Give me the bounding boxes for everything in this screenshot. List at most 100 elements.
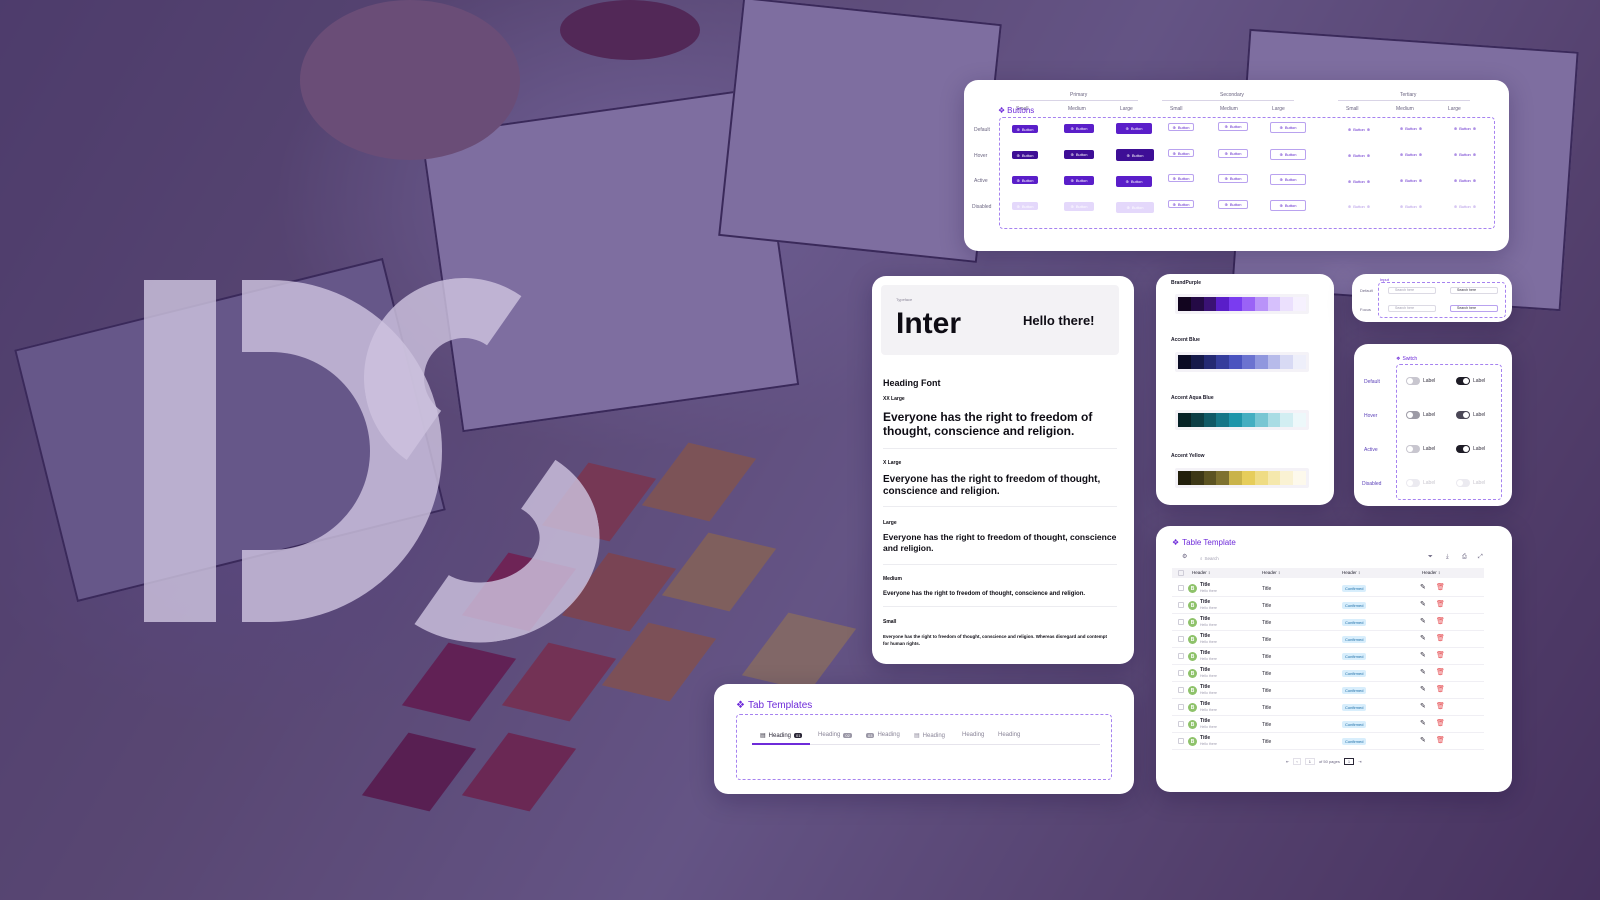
delete-icon[interactable]: 🗑 xyxy=(1436,686,1445,693)
table-row[interactable]: B Title Hello there Title Confirmed ✎ 🗑 xyxy=(1172,682,1484,699)
row-checkbox[interactable] xyxy=(1178,653,1184,659)
row-checkbox[interactable] xyxy=(1178,738,1184,744)
delete-icon[interactable]: 🗑 xyxy=(1436,669,1445,676)
edit-icon[interactable]: ✎ xyxy=(1420,669,1426,676)
table-row[interactable]: B Title Hello there Title Confirmed ✎ 🗑 xyxy=(1172,648,1484,665)
tertiary-small-button-active[interactable]: ⊕ Button ⊕ xyxy=(1346,177,1372,185)
prev-page-icon[interactable]: ‹ xyxy=(1293,757,1301,765)
switch-on-hover[interactable] xyxy=(1456,411,1470,419)
row-checkbox[interactable] xyxy=(1178,704,1184,710)
select-all-checkbox[interactable] xyxy=(1178,570,1184,576)
switch-on-default[interactable] xyxy=(1456,377,1470,385)
row-checkbox[interactable] xyxy=(1178,721,1184,727)
tertiary-medium-button[interactable]: ⊕ Button ⊕ xyxy=(1396,124,1426,132)
row-checkbox[interactable] xyxy=(1178,636,1184,642)
secondary-small-button-active[interactable]: ⊕ Button xyxy=(1168,174,1194,182)
print-icon[interactable]: ⎙ xyxy=(1462,554,1467,561)
column-header[interactable]: Header ↕ xyxy=(1342,570,1360,575)
expand-icon[interactable]: ⤢ xyxy=(1478,554,1483,561)
edit-icon[interactable]: ✎ xyxy=(1420,737,1426,744)
secondary-large-button-hover[interactable]: ⊕ Button xyxy=(1270,149,1306,160)
table-row[interactable]: B Title Hello there Title Confirmed ✎ 🗑 xyxy=(1172,665,1484,682)
edit-icon[interactable]: ✎ xyxy=(1420,601,1426,608)
switch-off-hover[interactable] xyxy=(1406,411,1420,419)
secondary-small-button[interactable]: ⊕ Button xyxy=(1168,123,1194,131)
table-row[interactable]: B Title Hello there Title Confirmed ✎ 🗑 xyxy=(1172,614,1484,631)
column-header[interactable]: Header ↕ xyxy=(1192,570,1210,575)
delete-icon[interactable]: 🗑 xyxy=(1436,737,1445,744)
primary-large-button-hover[interactable]: ⊕ Button xyxy=(1116,149,1154,161)
search-input-filled[interactable]: Search here xyxy=(1450,287,1498,294)
table-row[interactable]: B Title Hello there Title Confirmed ✎ 🗑 xyxy=(1172,716,1484,733)
row-checkbox[interactable] xyxy=(1178,602,1184,608)
tab-heading-1[interactable]: ▤ Heading 01 xyxy=(760,732,803,739)
delete-icon[interactable]: 🗑 xyxy=(1436,720,1445,727)
delete-icon[interactable]: 🗑 xyxy=(1436,703,1445,710)
delete-icon[interactable]: 🗑 xyxy=(1436,584,1445,591)
tab-heading-2[interactable]: Heading 02 xyxy=(818,732,852,738)
table-row[interactable]: B Title Hello there Title Confirmed ✎ 🗑 xyxy=(1172,580,1484,597)
primary-small-button[interactable]: ⊕ Button xyxy=(1012,125,1038,133)
column-header[interactable]: Header ↕ xyxy=(1422,570,1440,575)
search-input-default[interactable]: Search here xyxy=(1388,287,1436,294)
primary-small-button-hover[interactable]: ⊕ Button xyxy=(1012,151,1038,159)
first-page-icon[interactable]: ⇤ xyxy=(1286,759,1289,764)
primary-large-button-active[interactable]: ⊕ Button xyxy=(1116,176,1152,187)
page-input[interactable]: 1 xyxy=(1304,757,1315,765)
primary-large-button[interactable]: ⊕ Button xyxy=(1116,123,1152,134)
row-checkbox[interactable] xyxy=(1178,687,1184,693)
status-badge: Confirmed xyxy=(1342,687,1367,694)
download-icon[interactable]: ⤓ xyxy=(1446,554,1449,561)
primary-medium-button-active[interactable]: ⊕ Button xyxy=(1064,176,1094,185)
tertiary-large-button-active[interactable]: ⊕ Button ⊕ xyxy=(1448,176,1482,184)
column-header[interactable]: Header ↕ xyxy=(1262,570,1280,575)
tertiary-large-button[interactable]: ⊕ Button ⊕ xyxy=(1448,124,1482,132)
edit-icon[interactable]: ✎ xyxy=(1420,720,1426,727)
edit-icon[interactable]: ✎ xyxy=(1420,703,1426,710)
settings-icon[interactable]: ⚙ xyxy=(1182,554,1187,561)
per-page-select[interactable]: 1 xyxy=(1343,757,1355,765)
primary-medium-button[interactable]: ⊕ Button xyxy=(1064,124,1094,133)
tab-heading-4[interactable]: ▤ Heading xyxy=(914,732,945,740)
secondary-small-button-hover[interactable]: ⊕ Button xyxy=(1168,149,1194,157)
delete-icon[interactable]: 🗑 xyxy=(1436,652,1445,659)
tab-heading-6[interactable]: Heading xyxy=(998,732,1020,738)
tertiary-medium-button-hover[interactable]: ⊕ Button ⊕ xyxy=(1396,150,1426,158)
delete-icon[interactable]: 🗑 xyxy=(1436,618,1445,625)
row-checkbox[interactable] xyxy=(1178,619,1184,625)
primary-small-button-active[interactable]: ⊕ Button xyxy=(1012,176,1038,184)
primary-medium-button-hover[interactable]: ⊕ Button xyxy=(1064,150,1094,159)
tab-heading-3[interactable]: 03 Heading xyxy=(866,732,900,738)
secondary-large-button-active[interactable]: ⊕ Button xyxy=(1270,174,1306,185)
switch-off-default[interactable] xyxy=(1406,377,1420,385)
delete-icon[interactable]: 🗑 xyxy=(1436,601,1445,608)
secondary-medium-button-active[interactable]: ⊕ Button xyxy=(1218,174,1248,183)
edit-icon[interactable]: ✎ xyxy=(1420,618,1426,625)
switch-off-active[interactable] xyxy=(1406,445,1420,453)
table-row[interactable]: B Title Hello there Title Confirmed ✎ 🗑 xyxy=(1172,631,1484,648)
filter-icon[interactable]: ⏷ xyxy=(1428,554,1433,561)
switch-on-active[interactable] xyxy=(1456,445,1470,453)
next-page-icon[interactable]: ⇥ xyxy=(1358,759,1361,764)
tertiary-medium-button-active[interactable]: ⊕ Button ⊕ xyxy=(1396,176,1426,184)
tertiary-large-button-hover[interactable]: ⊕ Button ⊕ xyxy=(1448,150,1482,158)
table-row[interactable]: B Title Hello there Title Confirmed ✎ 🗑 xyxy=(1172,699,1484,716)
edit-icon[interactable]: ✎ xyxy=(1420,686,1426,693)
table-row[interactable]: B Title Hello there Title Confirmed ✎ 🗑 xyxy=(1172,597,1484,614)
table-row[interactable]: B Title Hello there Title Confirmed ✎ 🗑 xyxy=(1172,733,1484,750)
secondary-large-button[interactable]: ⊕ Button xyxy=(1270,122,1306,133)
table-search-input[interactable]: ⌕ Search xyxy=(1200,554,1264,562)
tab-heading-5[interactable]: Heading xyxy=(962,732,984,738)
search-input-focus[interactable]: Search here xyxy=(1388,305,1436,312)
tertiary-small-button[interactable]: ⊕ Button ⊕ xyxy=(1346,125,1372,133)
secondary-medium-button-hover[interactable]: ⊕ Button xyxy=(1218,149,1248,158)
edit-icon[interactable]: ✎ xyxy=(1420,584,1426,591)
search-input-focus-filled[interactable]: Search here xyxy=(1450,305,1498,312)
edit-icon[interactable]: ✎ xyxy=(1420,652,1426,659)
edit-icon[interactable]: ✎ xyxy=(1420,635,1426,642)
tertiary-small-button-hover[interactable]: ⊕ Button ⊕ xyxy=(1346,151,1372,159)
row-checkbox[interactable] xyxy=(1178,585,1184,591)
delete-icon[interactable]: 🗑 xyxy=(1436,635,1445,642)
row-checkbox[interactable] xyxy=(1178,670,1184,676)
secondary-medium-button[interactable]: ⊕ Button xyxy=(1218,122,1248,131)
